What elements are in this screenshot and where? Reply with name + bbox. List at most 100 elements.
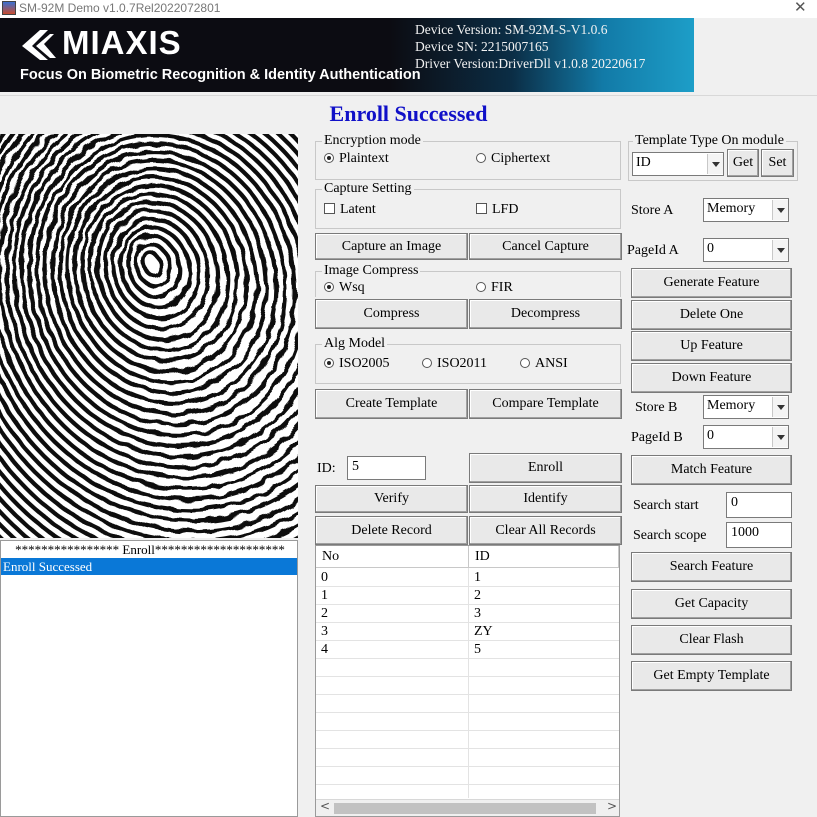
store-b-select[interactable]: Memory: [703, 395, 789, 419]
compress-button[interactable]: Compress: [315, 299, 468, 329]
chevron-down-icon[interactable]: [772, 200, 788, 220]
latent-checkbox[interactable]: Latent: [324, 201, 376, 219]
table-row[interactable]: [316, 731, 619, 749]
scrollbar-thumb[interactable]: [334, 803, 596, 814]
horizontal-scrollbar[interactable]: < >: [316, 799, 619, 816]
table-row[interactable]: [316, 677, 619, 695]
alg-model-group: Alg Model ISO2005 ISO2011 ANSI: [315, 335, 621, 384]
search-scope-input[interactable]: 1000: [726, 522, 792, 548]
cell-id: 5: [474, 642, 481, 657]
page-id-b-select[interactable]: 0: [703, 425, 789, 449]
cancel-capture-button[interactable]: Cancel Capture: [469, 233, 622, 260]
store-b-label: Store B: [635, 400, 678, 415]
chevron-down-icon[interactable]: [772, 397, 788, 417]
down-feature-button[interactable]: Down Feature: [631, 363, 792, 393]
brand-logo-text: MIAXIS: [62, 24, 182, 61]
template-type-value: ID: [636, 155, 651, 170]
wsq-radio[interactable]: Wsq: [324, 279, 365, 297]
search-start-input[interactable]: 0: [726, 492, 792, 518]
capture-setting-legend: Capture Setting: [322, 180, 414, 198]
table-row[interactable]: [316, 749, 619, 767]
status-message: Enroll Successed: [0, 95, 817, 131]
device-sn: Device SN: 2215007165: [415, 39, 549, 54]
page-id-a-label: PageId A: [627, 243, 679, 258]
chevron-down-icon[interactable]: [707, 154, 723, 174]
page-id-b-value: 0: [707, 428, 714, 443]
page-id-b-label: PageId B: [631, 430, 683, 445]
delete-one-button[interactable]: Delete One: [631, 300, 792, 330]
chevron-down-icon[interactable]: [772, 427, 788, 447]
table-row[interactable]: [316, 713, 619, 731]
enroll-button[interactable]: Enroll: [469, 453, 622, 483]
lfd-checkbox[interactable]: LFD: [476, 201, 518, 219]
log-line-selected[interactable]: Enroll Successed: [1, 558, 297, 575]
cell-no: 2: [321, 606, 328, 621]
template-type-select[interactable]: ID: [632, 152, 724, 176]
capture-image-button[interactable]: Capture an Image: [315, 233, 468, 260]
id-input[interactable]: 5: [347, 456, 426, 480]
table-row[interactable]: [316, 767, 619, 785]
search-start-label: Search start: [633, 498, 699, 513]
image-compress-legend: Image Compress: [322, 262, 421, 280]
table-row[interactable]: 45: [316, 641, 619, 659]
get-capacity-button[interactable]: Get Capacity: [631, 589, 792, 619]
table-row[interactable]: [316, 659, 619, 677]
column-header-no[interactable]: No: [316, 546, 469, 568]
ansi-radio[interactable]: ANSI: [520, 355, 568, 373]
match-feature-button[interactable]: Match Feature: [631, 455, 792, 485]
verify-button[interactable]: Verify: [315, 485, 468, 513]
cell-no: 4: [321, 642, 328, 657]
search-feature-button[interactable]: Search Feature: [631, 552, 792, 582]
capture-setting-group: Capture Setting Latent LFD: [315, 180, 621, 229]
iso2011-radio[interactable]: ISO2011: [422, 355, 487, 373]
get-template-type-button[interactable]: Get: [727, 149, 759, 177]
cell-no: 3: [321, 624, 328, 639]
plaintext-radio[interactable]: Plaintext: [324, 150, 389, 168]
page-id-a-value: 0: [707, 241, 714, 256]
encryption-mode-group: Encryption mode Plaintext Ciphertext: [315, 132, 621, 180]
table-row[interactable]: 12: [316, 587, 619, 605]
header-banner: MIAXIS Focus On Biometric Recognition & …: [0, 18, 694, 92]
decompress-button[interactable]: Decompress: [469, 299, 622, 329]
chevron-down-icon[interactable]: [772, 240, 788, 260]
delete-record-button[interactable]: Delete Record: [315, 516, 468, 545]
fir-radio[interactable]: FIR: [476, 279, 513, 297]
cell-id: 3: [474, 606, 481, 621]
close-icon[interactable]: ✕: [794, 0, 807, 16]
page-id-a-select[interactable]: 0: [703, 238, 789, 262]
driver-version: Driver Version:DriverDll v1.0.8 20220617: [415, 56, 646, 71]
store-b-value: Memory: [707, 398, 756, 413]
up-feature-button[interactable]: Up Feature: [631, 331, 792, 361]
encryption-legend: Encryption mode: [322, 132, 423, 150]
cell-id: ZY: [474, 624, 493, 639]
table-row[interactable]: [316, 695, 619, 713]
title-bar: SM-92M Demo v1.0.7Rel2022072801 ✕: [0, 0, 817, 18]
clear-flash-button[interactable]: Clear Flash: [631, 625, 792, 655]
identify-button[interactable]: Identify: [469, 485, 622, 513]
create-template-button[interactable]: Create Template: [315, 389, 468, 419]
scroll-left-icon[interactable]: <: [320, 799, 330, 813]
cell-id: 2: [474, 588, 481, 603]
miaxis-logo-icon: [22, 30, 56, 60]
brand-slogan: Focus On Biometric Recognition & Identit…: [20, 67, 421, 83]
cell-no: 1: [321, 588, 328, 603]
store-a-label: Store A: [631, 203, 674, 218]
table-row[interactable]: 23: [316, 605, 619, 623]
ciphertext-radio[interactable]: Ciphertext: [476, 150, 550, 168]
records-table[interactable]: No ID 0 1 1 2 2 3 3 ZY 4 5 < >: [315, 545, 620, 817]
template-type-legend: Template Type On module: [633, 132, 787, 150]
scroll-right-icon[interactable]: >: [607, 799, 617, 813]
compare-template-button[interactable]: Compare Template: [469, 389, 622, 419]
table-row[interactable]: 01: [316, 569, 619, 587]
image-compress-group: Image Compress Wsq FIR: [315, 262, 621, 297]
log-list[interactable]: **************** Enroll*****************…: [0, 540, 298, 817]
column-header-id[interactable]: ID: [469, 546, 619, 568]
generate-feature-button[interactable]: Generate Feature: [631, 268, 792, 298]
get-empty-template-button[interactable]: Get Empty Template: [631, 661, 792, 691]
clear-all-records-button[interactable]: Clear All Records: [469, 516, 622, 545]
iso2005-radio[interactable]: ISO2005: [324, 355, 390, 373]
store-a-select[interactable]: Memory: [703, 198, 789, 222]
log-line: **************** Enroll*****************…: [15, 542, 285, 557]
set-template-type-button[interactable]: Set: [761, 149, 794, 177]
table-row[interactable]: 3 ZY: [316, 623, 619, 641]
